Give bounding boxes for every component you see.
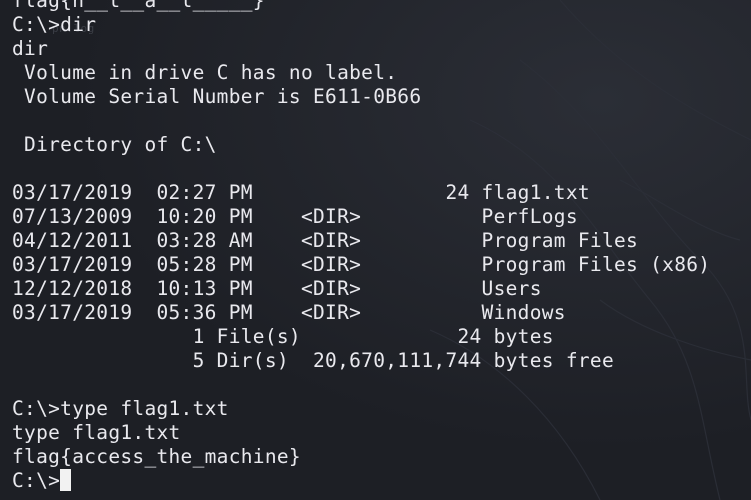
terminal-line: flag{n__t__a__l_____}: [12, 0, 265, 12]
dir-listing-row: 03/17/2019 02:27 PM 24 flag1.txt: [12, 181, 590, 204]
terminal-line-prompt-type: C:\>type flag1.txt: [12, 397, 229, 420]
terminal-line: type flag1.txt: [12, 421, 181, 444]
dir-listing-row: 04/12/2011 03:28 AM <DIR> Program Files: [12, 229, 639, 252]
prompt-text: C:\>: [12, 469, 61, 492]
terminal-line: dir: [12, 37, 49, 60]
dir-listing-row: 07/13/2009 10:20 PM <DIR> PerfLogs: [12, 205, 578, 228]
dir-summary-dirs: 5 Dir(s) 20,670,111,744 bytes free: [12, 349, 614, 372]
text-cursor: [60, 469, 72, 491]
terminal-line-prompt-dir: C:\>dir: [12, 13, 97, 36]
terminal-line: Volume Serial Number is E611-0B66: [12, 85, 422, 108]
dir-listing-row: 03/17/2019 05:28 PM <DIR> Program Files …: [12, 253, 711, 276]
dir-listing-row: 12/12/2018 10:13 PM <DIR> Users: [12, 277, 542, 300]
terminal-output[interactable]: flag{n__t__a__l_____} C:\>dir dir Volume…: [12, 0, 751, 500]
terminal-line: Directory of C:\: [12, 133, 217, 156]
dir-listing-row: 03/17/2019 05:36 PM <DIR> Windows: [12, 301, 566, 324]
terminal-line: Volume in drive C has no label.: [12, 61, 398, 84]
dir-summary-files: 1 File(s) 24 bytes: [12, 325, 554, 348]
terminal-prompt-line[interactable]: C:\>: [12, 469, 751, 493]
flag-output: flag{access_the_machine}: [12, 445, 301, 468]
